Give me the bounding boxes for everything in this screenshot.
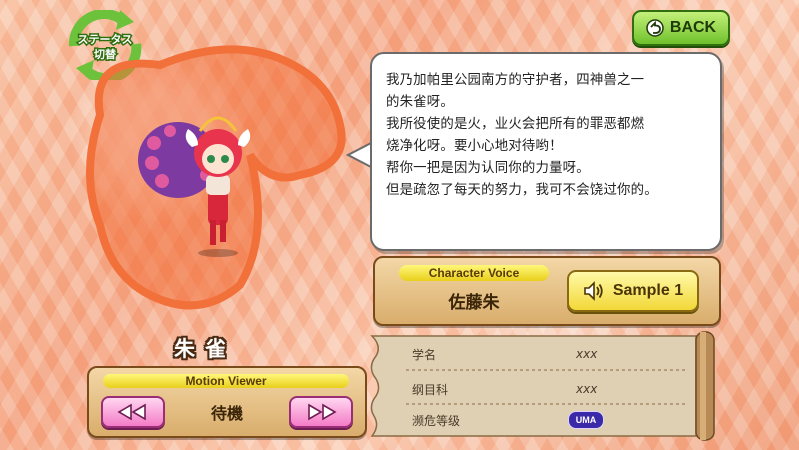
character-voice-title: Character Voice bbox=[399, 265, 549, 281]
motion-viewer-title: Motion Viewer bbox=[103, 374, 349, 388]
endangered-level-label: 濒危等级 bbox=[412, 414, 461, 428]
double-chevron-left-icon bbox=[117, 403, 146, 421]
character-dialogue: 我乃加帕里公园南方的守护者，四神兽之一 的朱雀呀。 我所役使的是火，业火会把所有… bbox=[386, 73, 658, 198]
prev-motion-button[interactable] bbox=[101, 396, 165, 428]
speaker-icon bbox=[584, 281, 603, 301]
return-arrow-icon bbox=[646, 19, 664, 37]
speech-bubble: 我乃加帕里公园南方的守护者，四神兽之一 的朱雀呀。 我所役使的是火，业火会把所有… bbox=[370, 52, 722, 251]
taxonomy-value: xxx bbox=[576, 382, 598, 396]
endangered-level-badge: UMA bbox=[568, 411, 604, 429]
character-name: 朱雀 bbox=[174, 337, 236, 361]
taxonomy-label: 纲目科 bbox=[412, 383, 449, 397]
next-motion-button[interactable] bbox=[289, 396, 353, 428]
motion-viewer-panel: Motion Viewer 待機 bbox=[87, 366, 367, 438]
back-button[interactable]: BACK bbox=[632, 10, 730, 46]
voice-actor-name: 佐藤朱 bbox=[448, 293, 500, 313]
voice-sample-label: Sample 1 bbox=[612, 282, 684, 299]
voice-sample-button[interactable]: Sample 1 bbox=[567, 270, 699, 312]
double-chevron-right-icon bbox=[308, 403, 337, 421]
scientific-name-label: 学名 bbox=[412, 348, 437, 362]
character-display[interactable] bbox=[70, 35, 360, 315]
character-voice-panel: Character Voice 佐藤朱 Sample 1 bbox=[373, 256, 721, 326]
scientific-name-value: xxx bbox=[576, 347, 598, 361]
back-button-label: BACK bbox=[669, 19, 717, 36]
current-motion-label: 待機 bbox=[210, 404, 243, 423]
